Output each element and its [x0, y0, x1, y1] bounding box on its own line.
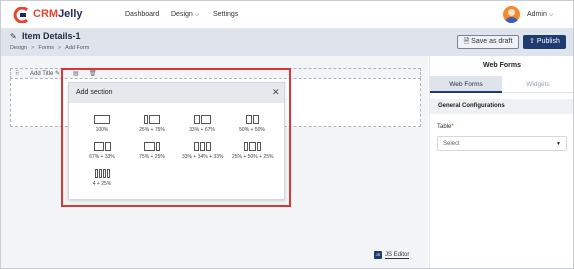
table-field-label: Table* [437, 124, 454, 130]
breadcrumb-item[interactable]: Design [10, 45, 27, 51]
layout-option-label: 75% + 25% [139, 154, 165, 160]
code-icon: JS [374, 251, 382, 259]
popup-title: Add section [76, 89, 113, 96]
select-placeholder: Select [443, 141, 460, 147]
drag-handle-icon[interactable]: ⠿ [15, 70, 19, 77]
tab-web-forms[interactable]: Web Forms [430, 76, 502, 93]
add-section-popup: Add section ✕ 100% 25% + 75% 33% + 67% 5… [68, 82, 285, 200]
caret-down-icon: ▼ [556, 141, 561, 147]
layout-option-25-50-25[interactable]: 25% + 50% + 25% [232, 142, 274, 164]
chevron-down-icon: ⌵ [548, 12, 554, 18]
top-navbar: CRMJelly Dashboard Design ⌵ Settings Admi… [1, 1, 573, 29]
breadcrumb-item: Add Form [65, 45, 90, 51]
brand-name: CRMJelly [33, 8, 83, 20]
trash-icon[interactable]: 🗑 [89, 70, 97, 77]
breadcrumb-item[interactable]: Forms [38, 45, 54, 51]
add-title-label: Add Title [30, 71, 54, 77]
panel-title: Web Forms [483, 62, 521, 69]
nav-settings[interactable]: Settings [213, 11, 238, 18]
nav-design-label: Design [171, 11, 193, 18]
layout-option-label: 4 + 25% [92, 181, 112, 187]
layout-option-label: 50% + 50% [239, 127, 265, 133]
js-editor-label: JS Editor [385, 252, 410, 259]
user-menu[interactable]: Admin ⌵ [527, 11, 553, 19]
properties-panel: Web Forms Web Forms Widgets General Conf… [429, 56, 573, 268]
publish-button[interactable]: ⇧ Publish [523, 35, 566, 49]
app-window: CRMJelly Dashboard Design ⌵ Settings Admi… [0, 0, 574, 269]
general-config-label: General Configurations [438, 103, 505, 109]
save-icon: 🗎 [463, 38, 470, 45]
breadcrumb: Design > Forms > Add Form [10, 45, 90, 51]
layout-option-67-33[interactable]: 67% + 33% [82, 142, 122, 164]
panel-tabs: Web Forms Widgets [430, 76, 573, 93]
add-title-input[interactable]: Add Title ✎ [30, 70, 60, 77]
table-label-text: Table [437, 124, 452, 130]
avatar[interactable] [503, 6, 520, 23]
layout-option-label: 33% + 34% + 33% [182, 154, 224, 160]
layout-option-75-25[interactable]: 75% + 25% [132, 142, 172, 164]
pencil-icon: ✎ [55, 71, 61, 77]
brand-name-part2: Jelly [58, 8, 83, 20]
table-select[interactable]: Select ▼ [437, 136, 567, 151]
layout-option-label: 67% + 33% [89, 154, 115, 160]
layout-icon[interactable]: ▤ [73, 70, 79, 77]
layout-option-label: 33% + 67% [189, 127, 215, 133]
pencil-icon[interactable]: ✎ [10, 32, 17, 41]
layout-option-label: 100% [95, 127, 109, 133]
logo-mark-icon [13, 7, 29, 23]
layout-option-100[interactable]: 100% [82, 115, 122, 137]
page-title: Item Details-1 [22, 31, 81, 41]
layout-option-label: 25% + 75% [139, 127, 165, 133]
chevron-down-icon: ⌵ [194, 12, 200, 18]
layout-option-4x25[interactable]: 4 + 25% [82, 169, 122, 191]
publish-label: Publish [536, 38, 560, 45]
user-name: Admin [527, 11, 547, 18]
section-toolbar: ▤ 🗑 [71, 70, 101, 79]
nav-dashboard[interactable]: Dashboard [125, 11, 159, 18]
required-mark: * [451, 124, 454, 130]
upload-icon: ⇧ [529, 38, 535, 45]
nav-design[interactable]: Design ⌵ [171, 11, 199, 19]
save-draft-button[interactable]: 🗎 Save as draft [457, 35, 519, 49]
layout-option-33-34-33[interactable]: 33% + 34% + 33% [182, 142, 224, 164]
save-draft-label: Save as draft [471, 38, 513, 45]
layout-option-33-67[interactable]: 33% + 67% [182, 115, 222, 137]
js-editor-link[interactable]: JS JS Editor [374, 251, 418, 262]
layout-option-50-50[interactable]: 50% + 50% [232, 115, 272, 137]
brand-logo[interactable]: CRMJelly [13, 7, 85, 23]
brand-name-part1: CRM [33, 8, 59, 20]
layout-option-25-75[interactable]: 25% + 75% [132, 115, 172, 137]
close-icon[interactable]: ✕ [272, 87, 280, 98]
layout-option-label: 25% + 50% + 25% [232, 154, 274, 160]
tab-widgets[interactable]: Widgets [502, 76, 573, 93]
